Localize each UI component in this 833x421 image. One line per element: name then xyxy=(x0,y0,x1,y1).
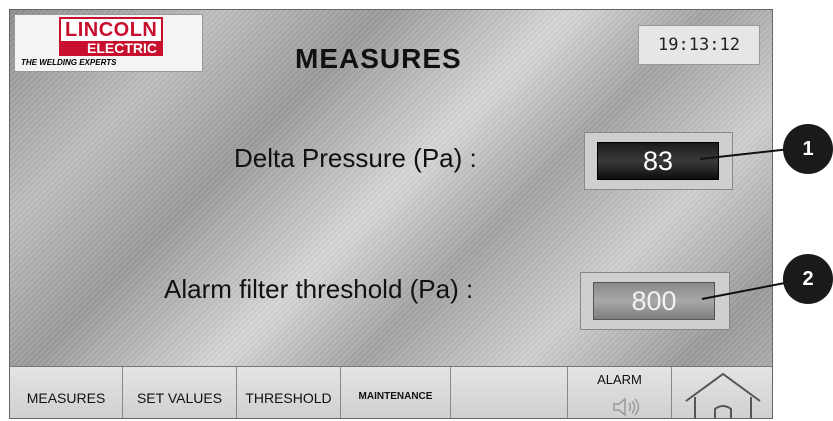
alarm-threshold-label: Alarm filter threshold (Pa) : xyxy=(164,274,474,304)
clock-display: 19:13:12 xyxy=(638,25,760,65)
home-icon xyxy=(685,372,761,418)
delta-pressure-label: Delta Pressure (Pa) : xyxy=(234,143,477,173)
logo-tagline: THE WELDING EXPERTS xyxy=(21,58,117,67)
alarm-label: ALARM xyxy=(597,372,642,387)
logo-line2: ELECTRIC xyxy=(59,41,163,56)
tab-measures[interactable]: MEASURES xyxy=(10,367,123,418)
delta-pressure-value: 83 xyxy=(597,142,719,180)
alarm-threshold-frame: 800 xyxy=(580,272,730,330)
tab-empty xyxy=(451,367,568,418)
delta-pressure-frame: 83 xyxy=(584,132,733,190)
page-title: MEASURES xyxy=(295,43,462,74)
alarm-button[interactable]: ALARM xyxy=(568,367,672,418)
callout-1: 1 xyxy=(783,124,833,174)
tab-set-values[interactable]: SET VALUES xyxy=(123,367,237,418)
alarm-threshold-value[interactable]: 800 xyxy=(593,282,715,320)
logo-line1: LINCOLN xyxy=(59,17,164,41)
lincoln-electric-logo: LINCOLN ELECTRIC THE WELDING EXPERTS xyxy=(14,14,203,72)
tab-threshold[interactable]: THRESHOLD xyxy=(237,367,341,418)
hmi-screen: LINCOLN ELECTRIC THE WELDING EXPERTS MEA… xyxy=(9,9,773,419)
speaker-icon xyxy=(613,397,640,417)
tab-maintenance[interactable]: MAINTENANCE xyxy=(341,367,451,418)
callout-2: 2 xyxy=(783,254,833,304)
home-button[interactable] xyxy=(672,367,772,418)
bottom-nav-bar: MEASURES SET VALUES THRESHOLD MAINTENANC… xyxy=(10,366,772,418)
